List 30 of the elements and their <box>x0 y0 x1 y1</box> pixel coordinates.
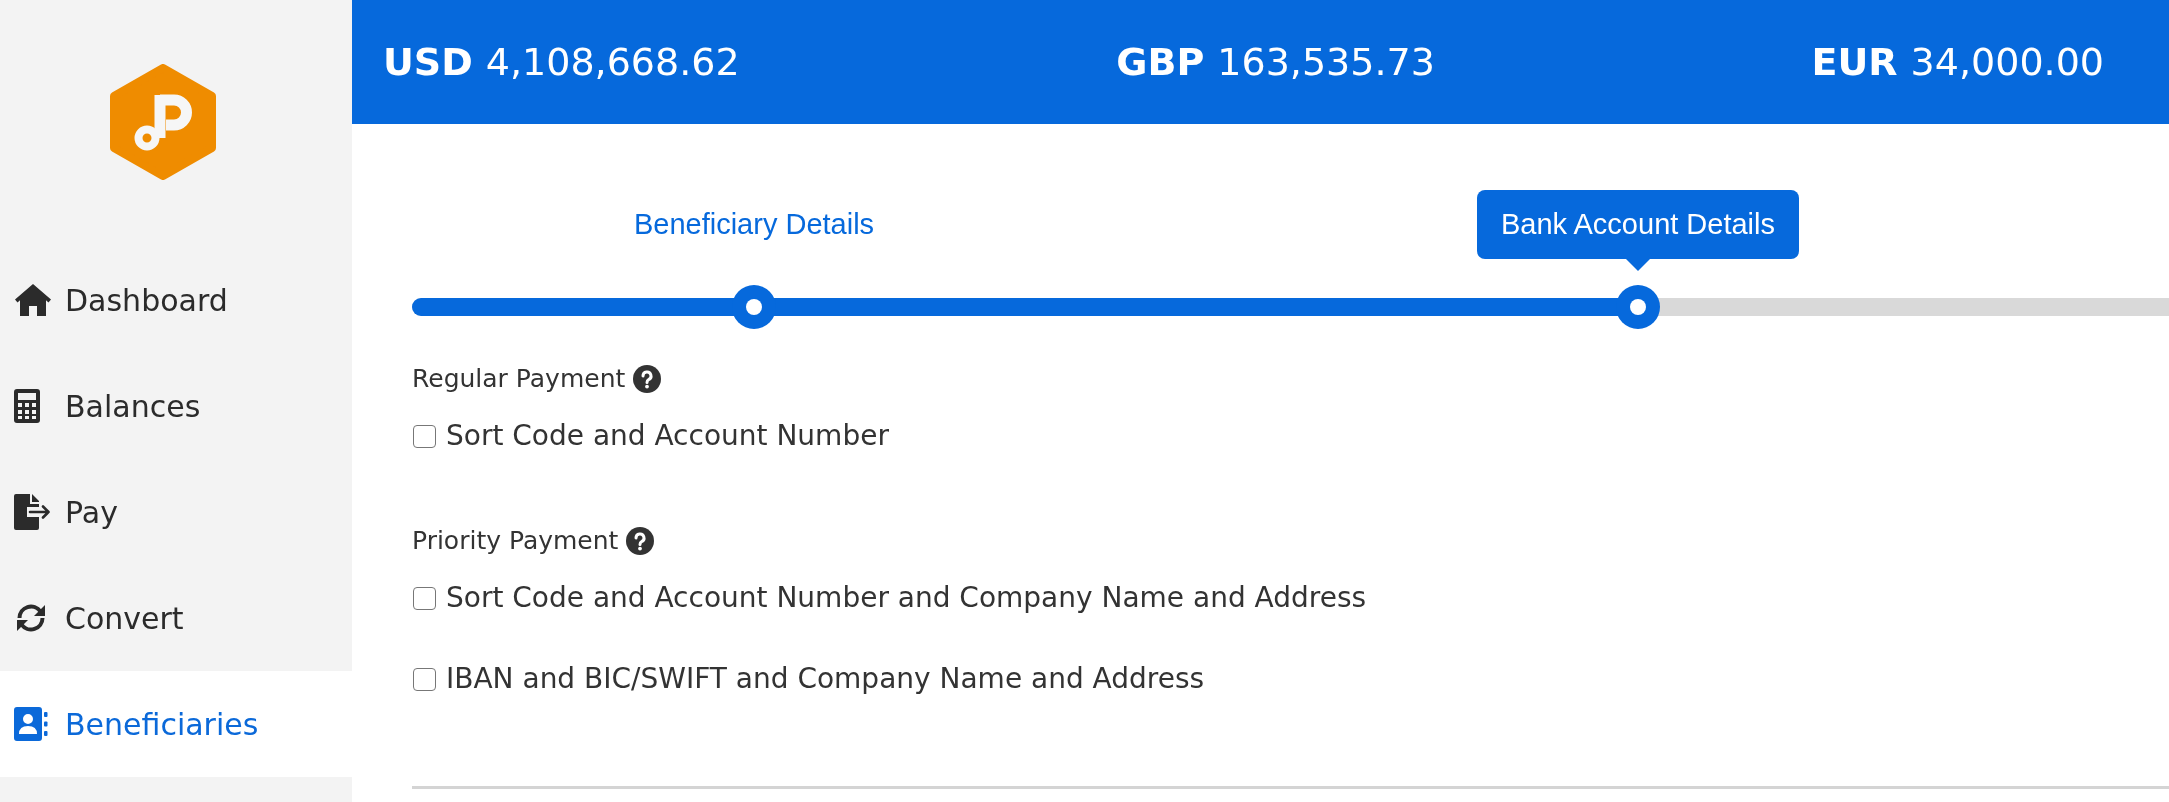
step-node-icon <box>732 285 776 329</box>
checkbox[interactable] <box>413 424 436 448</box>
currency-code: GBP <box>1116 40 1205 84</box>
help-icon[interactable] <box>633 365 662 393</box>
logo-icon <box>110 64 216 180</box>
step-label[interactable]: Beneficiary Details <box>633 207 875 242</box>
nav-item[interactable]: Convert <box>0 565 352 671</box>
calculator-icon <box>14 389 40 423</box>
balance-amount: 163,535.73 <box>1217 40 1435 84</box>
nav-item[interactable]: Pay <box>0 459 352 565</box>
nav-item[interactable]: Balances <box>0 353 352 459</box>
balance-amount: 34,000.00 <box>1910 40 2104 84</box>
section-title: Regular Payment <box>412 364 626 394</box>
home-icon <box>14 283 52 317</box>
help-icon[interactable] <box>626 527 655 555</box>
option-label: Sort Code and Account Number and Company Name and Address <box>446 581 1367 615</box>
nav-item[interactable]: Dashboard <box>0 247 352 353</box>
currency-code: EUR <box>1811 40 1898 84</box>
step-node-icon <box>1616 285 1660 329</box>
refresh-icon <box>14 602 48 634</box>
option-label: IBAN and BIC/SWIFT and Company Name and Address <box>446 662 1205 696</box>
currency-code: USD <box>383 40 473 84</box>
option-label: Sort Code and Account Number <box>446 419 889 453</box>
checkbox[interactable] <box>413 667 436 691</box>
nav-item[interactable]: Beneficiaries <box>0 671 352 777</box>
checkbox[interactable] <box>413 586 436 610</box>
section-title: Priority Payment <box>412 526 619 556</box>
contact-book-icon <box>14 707 48 741</box>
document-arrow-icon <box>14 494 51 530</box>
balance-amount: 4,108,668.62 <box>485 40 740 84</box>
